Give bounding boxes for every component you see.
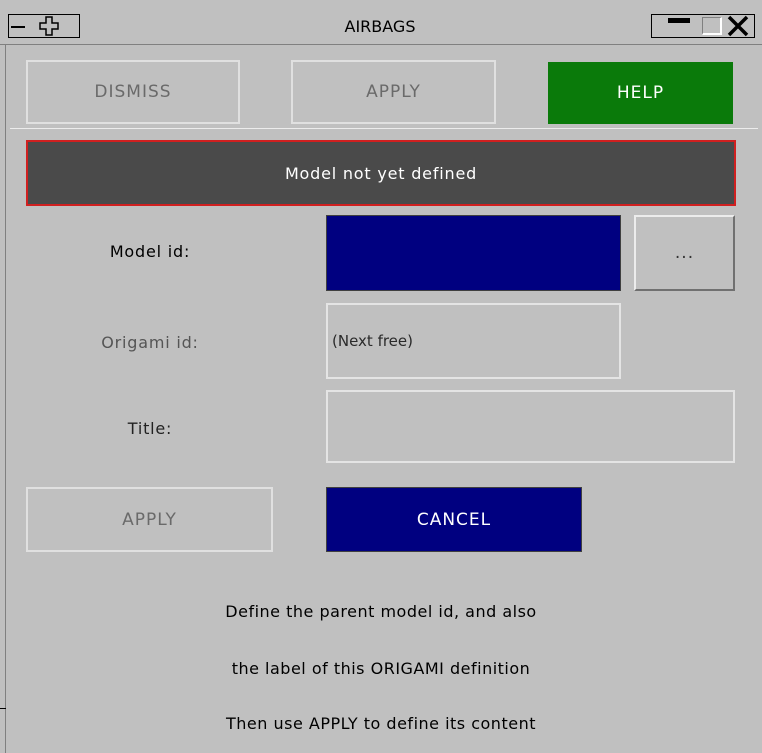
- help-text-line1: Define the parent model id, and also: [225, 602, 537, 621]
- window-menu-group: [8, 14, 80, 38]
- dash-icon[interactable]: [11, 26, 25, 28]
- title-label: Title:: [127, 419, 173, 438]
- edge-tick: [0, 708, 6, 709]
- origami-id-label: Origami id:: [101, 333, 199, 352]
- window-title: AIRBAGS: [344, 17, 416, 36]
- maximize-icon[interactable]: [702, 17, 722, 35]
- model-browse-button[interactable]: ...: [634, 215, 735, 291]
- move-cross-icon[interactable]: [39, 16, 59, 36]
- close-icon[interactable]: [724, 14, 752, 38]
- dismiss-button[interactable]: DISMISS: [26, 60, 240, 124]
- apply-top-button[interactable]: APPLY: [291, 60, 496, 124]
- cancel-button[interactable]: CANCEL: [326, 487, 582, 552]
- origami-id-input[interactable]: (Next free): [326, 303, 621, 379]
- window-controls: [651, 14, 755, 38]
- window-left-edge: [5, 44, 6, 753]
- separator: [10, 128, 758, 131]
- status-banner: Model not yet defined: [26, 140, 736, 206]
- help-button[interactable]: HELP: [548, 62, 733, 124]
- model-id-label: Model id:: [109, 242, 191, 261]
- airbags-window: AIRBAGS DISMISS APPLY HELP Model not yet…: [0, 0, 762, 753]
- help-text-line3: Then use APPLY to define its content: [226, 714, 536, 733]
- minimize-icon[interactable]: [668, 18, 690, 23]
- help-text-line2: the label of this ORIGAMI definition: [231, 659, 531, 678]
- title-bar[interactable]: AIRBAGS: [0, 0, 762, 45]
- apply-button[interactable]: APPLY: [26, 487, 273, 552]
- model-id-input[interactable]: [326, 215, 621, 291]
- title-input[interactable]: [326, 390, 735, 463]
